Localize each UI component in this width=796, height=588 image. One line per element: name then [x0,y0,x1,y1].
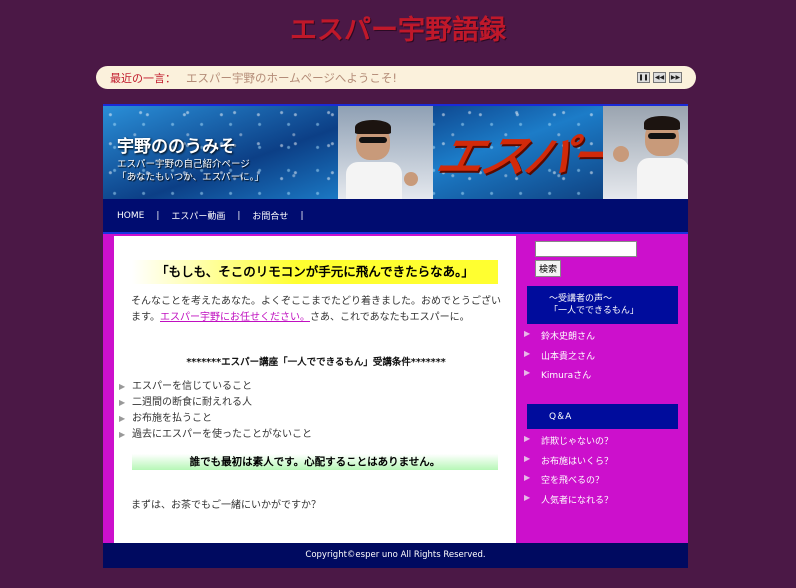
list-item: ▶ 二週間の断食に耐えれる人 [119,395,312,411]
triangle-bullet-icon: ▶ [119,414,126,423]
triangle-bullet-icon: ▶ [524,434,531,443]
triangle-bullet-icon: ▶ [524,453,531,463]
headline-quote: 「もしも、そこのリモコンが手元に飛んできたらなあ。」 [132,260,498,284]
closing-text: まずは、お茶でもご一緒にいかがですか？ [131,500,321,511]
voices-list: ▶ 鈴木史朗さん ▶ 山本貴之さん ▶ Kimuraさん [524,329,595,388]
triangle-bullet-icon: ▶ [524,348,531,358]
news-ticker: 最近の一言： エスパー宇野のホームページへようこそ! ❚❚ ◀◀ ▶▶ [96,66,696,89]
list-item: ▶ エスパーを信じていること [119,379,312,395]
list-item: ▶ 過去にエスパーを使ったことがないこと [119,427,312,443]
nav-contact[interactable]: お問合せ [252,209,288,222]
triangle-bullet-icon: ▶ [524,368,531,377]
header-photo-right [603,106,688,199]
header-site-name: 宇野ののうみそ [117,137,236,157]
nav-separator: | [237,210,241,221]
sidebar-link[interactable]: ▶ 詐欺じゃないの？ [524,434,613,454]
main-nav: HOME | エスパー動画 | お問合せ | [103,199,688,234]
footer: Copyright©esper uno All Rights Reserved. [103,543,688,568]
sidebar-link[interactable]: ▶ 山本貴之さん [524,349,595,369]
voices-header: ～受講者の声～ 「一人でできるもん」 [527,286,678,324]
triangle-bullet-icon: ▶ [524,473,531,482]
triangle-bullet-icon: ▶ [119,382,126,391]
sidebar-link[interactable]: ▶ お布施はいくら？ [524,454,613,474]
header-photo-left [338,106,433,199]
list-item: ▶ お布施を払うこと [119,411,312,427]
sidebar-link[interactable]: ▶ 鈴木史朗さん [524,329,595,349]
qa-header: Q＆A [527,404,678,429]
qa-list: ▶ 詐欺じゃないの？ ▶ お布施はいくら？ ▶ 空を飛べるの？ ▶ 人気者になれる？ [524,434,613,512]
nav-esper-video[interactable]: エスパー動画 [171,209,225,222]
ticker-controls: ❚❚ ◀◀ ▶▶ [637,72,682,83]
search-button[interactable]: 検索 [535,260,562,277]
sidebar-link[interactable]: ▶ 空を飛べるの？ [524,473,613,493]
sidebar-link[interactable]: ▶ 人気者になれる？ [524,493,613,513]
sidebar: 検索 ～受講者の声～ 「一人でできるもん」 ▶ 鈴木史朗さん ▶ 山本貴之さん ▶ K… [516,236,688,543]
ticker-prev-icon[interactable]: ◀◀ [653,72,666,83]
triangle-bullet-icon: ▶ [524,329,531,338]
triangle-bullet-icon: ▶ [119,398,126,407]
site-title: エスパー宇野語録 [290,15,506,46]
ticker-text: エスパー宇野のホームページへようこそ! [186,70,398,85]
consult-link[interactable]: エスパー宇野にお任せください。 [160,312,310,323]
nav-home[interactable]: HOME [117,211,144,221]
conditions-list: ▶ エスパーを信じていること ▶ 二週間の断食に耐えれる人 ▶ お布施を払うこと ▶ 過… [119,379,312,443]
nav-separator: | [300,210,304,221]
conditions-title: *******エスパー講座「一人でできるもん」受講条件******* [186,357,446,368]
triangle-bullet-icon: ▶ [524,492,531,502]
reassurance-banner: 誰でも最初は素人です。心配することはありません。 [132,454,498,470]
ticker-next-icon[interactable]: ▶▶ [669,72,682,83]
triangle-bullet-icon: ▶ [119,430,126,439]
main-content: 「もしも、そこのリモコンが手元に飛んできたらなあ。」 そんなことを考えたあなた。… [114,236,516,543]
search-input[interactable] [535,241,637,257]
header-description: エスパー宇野の自己紹介ページ 「あなたもいつか、エスパーに。」 [117,159,264,183]
ticker-pause-icon[interactable]: ❚❚ [637,72,650,83]
sidebar-link[interactable]: ▶ Kimuraさん [524,368,595,388]
header-logo-text: エスパー [431,129,621,183]
header-banner: 宇野ののうみそ エスパー宇野の自己紹介ページ 「あなたもいつか、エスパーに。」 … [103,104,688,199]
page-frame: 宇野ののうみそ エスパー宇野の自己紹介ページ 「あなたもいつか、エスパーに。」 … [103,104,688,568]
ticker-label: 最近の一言： [110,71,176,85]
nav-separator: | [156,210,160,221]
intro-paragraph: そんなことを考えたあなた。よくぞここまでたどり着きました。おめでとうございます。… [131,296,501,323]
